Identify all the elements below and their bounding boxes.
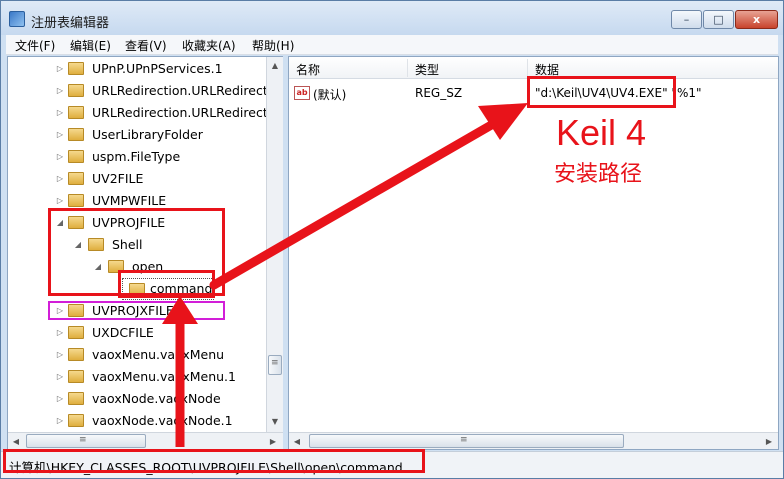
scroll-thumb[interactable]: ≡: [26, 434, 146, 448]
tree-item-label: URLRedirection.URLRedirect: [92, 105, 268, 120]
value-type: REG_SZ: [415, 86, 463, 100]
tree-item-label: uspm.FileType: [92, 149, 181, 164]
scroll-right-icon[interactable]: ▶: [761, 433, 777, 450]
grip-icon: ≡: [79, 435, 87, 445]
expand-arrow-icon[interactable]: ▷: [56, 124, 64, 146]
tree-item-label: vaoxNode.vaoxNode: [92, 391, 221, 406]
scroll-thumb[interactable]: ≡: [309, 434, 624, 448]
regedit-app-icon: [9, 11, 25, 27]
menu-file[interactable]: 文件(F): [15, 37, 55, 54]
folder-icon: [68, 370, 84, 383]
menu-view[interactable]: 查看(V): [125, 37, 167, 54]
expand-arrow-icon[interactable]: ▷: [56, 410, 64, 432]
expand-arrow-icon[interactable]: ▷: [56, 58, 64, 80]
folder-icon: [68, 392, 84, 405]
window-title: 注册表编辑器: [31, 16, 110, 31]
tree-vertical-scrollbar[interactable]: ▲ ≡ ▼: [266, 57, 283, 432]
folder-icon: [68, 84, 84, 97]
list-horizontal-scrollbar[interactable]: ◀ ≡ ▶: [289, 432, 778, 449]
scroll-left-icon[interactable]: ◀: [8, 433, 24, 450]
title-bar[interactable]: 注册表编辑器 – □ x: [1, 1, 783, 35]
folder-icon: [68, 172, 84, 185]
highlight-command-box: [118, 270, 215, 298]
column-type-header[interactable]: 类型: [415, 61, 439, 78]
tree-item-label: UPnP.UPnPServices.1: [92, 61, 223, 76]
folder-icon: [68, 106, 84, 119]
scroll-left-icon[interactable]: ◀: [289, 433, 305, 450]
minimize-button[interactable]: –: [671, 10, 702, 29]
tree-item-label: vaoxMenu.vaoxMenu: [92, 347, 225, 362]
scroll-up-icon[interactable]: ▲: [267, 57, 283, 74]
tree-item-label: UV2FILE: [92, 171, 144, 186]
folder-icon: [68, 414, 84, 427]
expand-arrow-icon[interactable]: ▷: [56, 388, 64, 410]
value-list-pane[interactable]: 名称 类型 数据 ab (默认) REG_SZ "d:\Keil\UV4\UV4…: [288, 56, 779, 450]
highlight-data-box: [527, 76, 676, 108]
folder-icon: [68, 150, 84, 163]
scroll-thumb[interactable]: ≡: [268, 355, 282, 375]
tree-item-label: vaoxMenu.vaoxMenu.1: [92, 369, 236, 384]
folder-icon: [68, 194, 84, 207]
grip-icon: ≡: [271, 358, 279, 368]
expand-arrow-icon[interactable]: ▷: [56, 146, 64, 168]
expand-arrow-icon[interactable]: ▷: [56, 366, 64, 388]
column-divider[interactable]: [407, 59, 408, 77]
folder-icon: [68, 326, 84, 339]
menu-edit[interactable]: 编辑(E): [70, 37, 111, 54]
maximize-button[interactable]: □: [703, 10, 734, 29]
tree-item-label: vaoxNode.vaoxNode.1: [92, 413, 233, 428]
folder-icon: [68, 348, 84, 361]
tree-item-label: URLRedirection.URLRedirect: [92, 83, 268, 98]
expand-arrow-icon[interactable]: ▷: [56, 344, 64, 366]
value-name: (默认): [313, 88, 347, 102]
highlight-status-path-box: [3, 449, 425, 473]
scroll-down-icon[interactable]: ▼: [267, 413, 283, 430]
tree-horizontal-scrollbar[interactable]: ◀ ≡ ▶: [8, 432, 283, 449]
column-name-header[interactable]: 名称: [296, 61, 320, 78]
highlight-uvprojxfile-box: [48, 301, 225, 320]
expand-arrow-icon[interactable]: ▷: [56, 102, 64, 124]
string-value-icon: ab: [294, 86, 310, 100]
tree-item-label: UXDCFILE: [92, 325, 154, 340]
column-divider[interactable]: [527, 59, 528, 77]
menu-help[interactable]: 帮助(H): [252, 37, 294, 54]
annotation-title: Keil 4: [556, 112, 647, 153]
scroll-right-icon[interactable]: ▶: [265, 433, 281, 450]
menu-favorites[interactable]: 收藏夹(A): [182, 37, 236, 54]
annotation-subtitle: 安装路径: [554, 162, 643, 187]
expand-arrow-icon[interactable]: ▷: [56, 322, 64, 344]
menu-bar: 文件(F) 编辑(E) 查看(V) 收藏夹(A) 帮助(H): [6, 35, 778, 55]
expand-arrow-icon[interactable]: ▷: [56, 168, 64, 190]
folder-icon: [68, 128, 84, 141]
tree-item-label: UserLibraryFolder: [92, 127, 203, 142]
expand-arrow-icon[interactable]: ▷: [56, 80, 64, 102]
close-button[interactable]: x: [735, 10, 778, 29]
folder-icon: [68, 62, 84, 75]
grip-icon: ≡: [460, 435, 468, 445]
